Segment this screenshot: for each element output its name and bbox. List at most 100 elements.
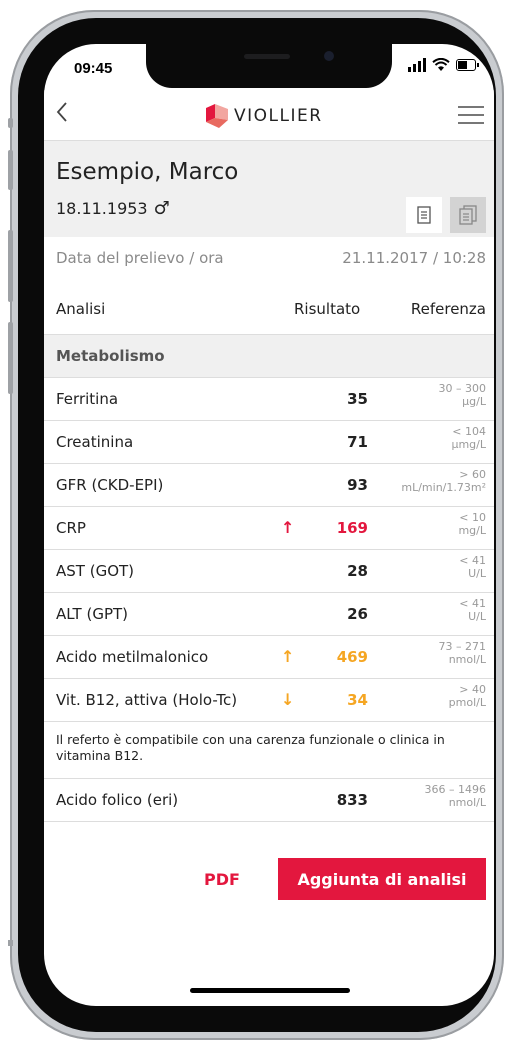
reference-range-value: 73 – 271 [438,640,487,653]
notch [146,44,392,88]
table-row[interactable]: GFR (CKD-EPI) 93 > 60 mL/min/1.73m² [44,464,494,507]
volume-up-button [8,230,13,302]
result-value: 833 [336,791,368,809]
reference-unit: U/L [468,610,486,623]
table-row[interactable]: Vit. B12, attiva (Holo-Tc) ↓ 34 > 40 pmol/L [44,679,494,722]
view-tabs [406,197,486,233]
table-header: Analisi Risultato Referenza [44,290,494,335]
patient-name: Esempio, Marco [56,159,239,185]
arrow-up-icon: ↑ [281,518,295,537]
table-row[interactable]: Ferritina 35 30 – 300 µg/L [44,378,494,421]
arrow-down-icon: ↓ [281,690,295,709]
reference-unit: pmol/L [448,696,486,709]
speaker [244,54,290,59]
table-row[interactable]: Creatinina 71 < 104 µmg/L [44,421,494,464]
table-row[interactable]: CRP ↑ 169 < 10 mg/L [44,507,494,550]
sample-date-row: Data del prelievo / ora 21.11.2017 / 10:… [44,237,494,283]
analysis-name: Creatinina [56,433,134,451]
chevron-left-icon [56,102,67,122]
add-analysis-button[interactable]: Aggiunta di analisi [278,858,486,900]
reference-range: > 40 pmol/L [449,683,486,709]
reference-unit: mg/L [458,524,486,537]
analysis-name: GFR (CKD-EPI) [56,476,164,494]
reference-range: < 104 µmg/L [451,425,486,451]
analysis-name: CRP [56,519,86,537]
signal-icon [408,58,426,72]
nav-bar: VIOLLIER [44,90,494,140]
tab-multi-report[interactable] [450,197,486,233]
status-icons [408,58,479,72]
result-value: 71 [347,433,368,451]
mute-switch [8,150,13,190]
result-value: 93 [347,476,368,494]
analysis-name: Acido metilmalonico [56,648,209,666]
reference-range: < 41 U/L [459,597,486,623]
section-header: Metabolismo [44,335,494,378]
screen: 09:45 VIOLLIER Esempio, Marco 18.11.1953… [44,44,494,1006]
header-analysis: Analisi [56,300,106,318]
camera [324,51,334,61]
patient-dob: 18.11.1953 [56,199,148,218]
document-icon [417,206,431,224]
male-icon: ♂ [153,198,170,219]
hamburger-icon [458,106,484,108]
result-value: 26 [347,605,368,623]
table-row[interactable]: ALT (GPT) 26 < 41 U/L [44,593,494,636]
section-title: Metabolismo [56,347,165,365]
reference-range: 366 – 1496 nmol/L [425,783,486,809]
reference-range-value: < 10 [459,511,486,524]
wifi-icon [432,58,450,71]
reference-range: > 60 mL/min/1.73m² [401,468,486,494]
result-value: 28 [347,562,368,580]
analysis-name: Acido folico (eri) [56,791,179,809]
reference-unit: nmol/L [448,796,486,809]
pdf-button[interactable]: PDF [192,858,252,900]
reference-range: 30 – 300 µg/L [439,382,487,408]
analysis-name: Ferritina [56,390,119,408]
results-list: Ferritina 35 30 – 300 µg/L Creatinina 71 < 104… [44,378,494,822]
sample-date-label: Data del prelievo / ora [56,249,224,267]
analysis-name: AST (GOT) [56,562,135,580]
header-result: Risultato [294,300,361,318]
result-value: 169 [336,519,368,537]
back-button[interactable] [56,102,68,126]
sample-date-value: 21.11.2017 / 10:28 [342,249,486,267]
reference-unit: µg/L [462,395,486,408]
volume-down-button [8,322,13,394]
menu-button[interactable] [458,106,484,124]
reference-range-value: > 40 [459,683,486,696]
status-time: 09:45 [74,60,113,77]
action-bar: PDF Aggiunta di analisi [44,858,494,900]
reference-range-value: < 104 [452,425,486,438]
battery-icon [456,59,479,71]
reference-unit: U/L [468,567,486,580]
reference-range-value: > 60 [459,468,486,481]
reference-range-value: 366 – 1496 [424,783,486,796]
side-mark-bottom [8,940,13,946]
reference-range: < 41 U/L [459,554,486,580]
analysis-name: ALT (GPT) [56,605,129,623]
patient-header: Esempio, Marco 18.11.1953 ♂ Data del prel… [44,140,494,283]
header-reference: Referenza [410,300,486,318]
home-indicator[interactable] [190,988,350,993]
table-row[interactable]: Acido metilmalonico ↑ 469 73 – 271 nmol/L [44,636,494,679]
report-note: Il referto è compatibile con una carenza… [44,722,494,779]
result-value: 469 [336,648,368,666]
analysis-name: Vit. B12, attiva (Holo-Tc) [56,691,238,709]
reference-unit: µmg/L [451,438,486,451]
reference-range: < 10 mg/L [458,511,486,537]
result-value: 35 [347,390,368,408]
viollier-logo-icon [206,104,228,128]
patient-dob-row: 18.11.1953 ♂ [56,198,170,219]
result-value: 34 [347,691,368,709]
reference-unit: nmol/L [448,653,486,666]
reference-range: 73 – 271 nmol/L [439,640,487,666]
tab-single-report[interactable] [406,197,442,233]
table-row[interactable]: AST (GOT) 28 < 41 U/L [44,550,494,593]
reference-range-value: 30 – 300 [438,382,487,395]
arrow-up-icon: ↑ [281,647,295,666]
table-row[interactable]: Acido folico (eri) 833 366 – 1496 nmol/L [44,779,494,822]
reference-unit: mL/min/1.73m² [401,481,486,494]
logo: VIOLLIER [206,104,323,128]
report-note-text: Il referto è compatibile con una carenza… [56,732,445,763]
